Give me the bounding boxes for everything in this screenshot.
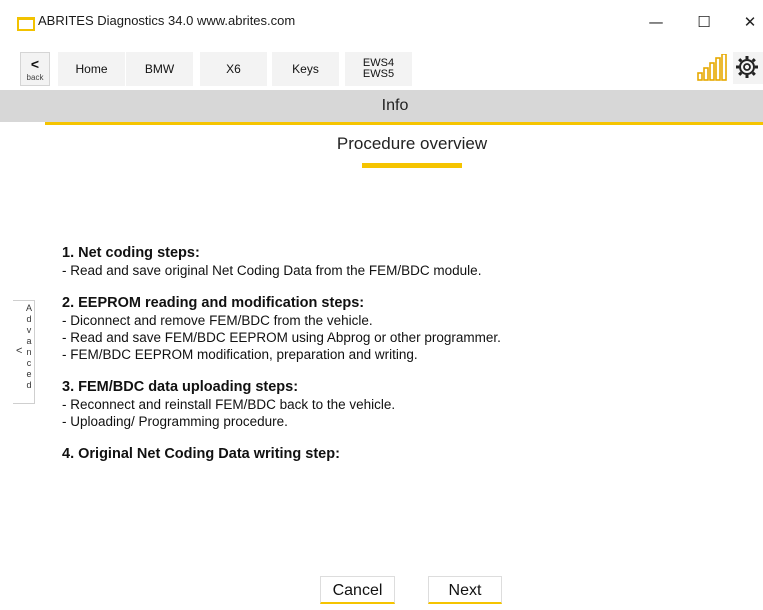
step-heading: 1. Net coding steps:	[62, 245, 200, 261]
step-line: - Reconnect and reinstall FEM/BDC back t…	[62, 397, 396, 412]
step-section-uploading: 3. FEM/BDC data uploading steps: - Recon…	[62, 379, 752, 430]
step-section-writing: 4. Original Net Coding Data writing step…	[62, 446, 752, 463]
step-section-eeprom: 2. EEPROM reading and modification steps…	[62, 295, 752, 363]
title-bar: ABRITES Diagnostics 34.0 www.abrites.com…	[0, 0, 763, 49]
gear-icon	[736, 56, 758, 78]
step-line: - Read and save original Net Coding Data…	[62, 263, 482, 278]
next-button[interactable]: Next	[428, 576, 502, 604]
breadcrumb-ews5-label: EWS5	[362, 68, 395, 80]
step-line: - Diconnect and remove FEM/BDC from the …	[62, 313, 373, 328]
step-heading: 2. EEPROM reading and modification steps…	[62, 295, 365, 311]
step-heading: 3. FEM/BDC data uploading steps:	[62, 379, 299, 395]
step-line: - Read and save FEM/BDC EEPROM using Abp…	[62, 330, 501, 345]
breadcrumb-home[interactable]: Home	[58, 52, 125, 86]
advanced-chevron-icon: <	[16, 345, 23, 357]
cancel-button[interactable]: Cancel	[320, 576, 395, 604]
back-chevron-icon: <	[30, 56, 40, 72]
step-line: - Uploading/ Programming procedure.	[62, 414, 288, 429]
step-line: - FEM/BDC EEPROM modification, preparati…	[62, 347, 418, 362]
procedure-steps: 1. Net coding steps: - Read and save ori…	[62, 245, 752, 479]
breadcrumb-bmw[interactable]: BMW	[126, 52, 193, 86]
advanced-label: Advanced	[25, 303, 32, 390]
close-button[interactable]: ✕	[730, 10, 763, 34]
step-heading: 4. Original Net Coding Data writing step…	[62, 446, 340, 462]
signal-strength-icon	[697, 54, 727, 81]
abrites-logo-icon	[17, 17, 35, 31]
minimize-button[interactable]: —	[636, 10, 676, 34]
info-title: Info	[381, 97, 409, 114]
procedure-title: Procedure overview	[336, 134, 488, 153]
breadcrumb-keys[interactable]: Keys	[272, 52, 339, 86]
window-title: ABRITES Diagnostics 34.0 www.abrites.com	[38, 13, 296, 28]
step-section-net-coding: 1. Net coding steps: - Read and save ori…	[62, 245, 752, 279]
settings-button[interactable]	[733, 52, 763, 84]
back-label: back	[26, 73, 44, 82]
breadcrumb-ews4-ews5[interactable]: EWS4 EWS5	[345, 52, 412, 86]
info-underline	[45, 122, 763, 125]
maximize-button[interactable]: ☐	[684, 10, 724, 34]
back-button[interactable]: < back	[20, 52, 50, 86]
breadcrumb-x6[interactable]: X6	[200, 52, 267, 86]
advanced-side-tab[interactable]: < Advanced	[13, 300, 35, 404]
procedure-underline	[362, 163, 462, 168]
